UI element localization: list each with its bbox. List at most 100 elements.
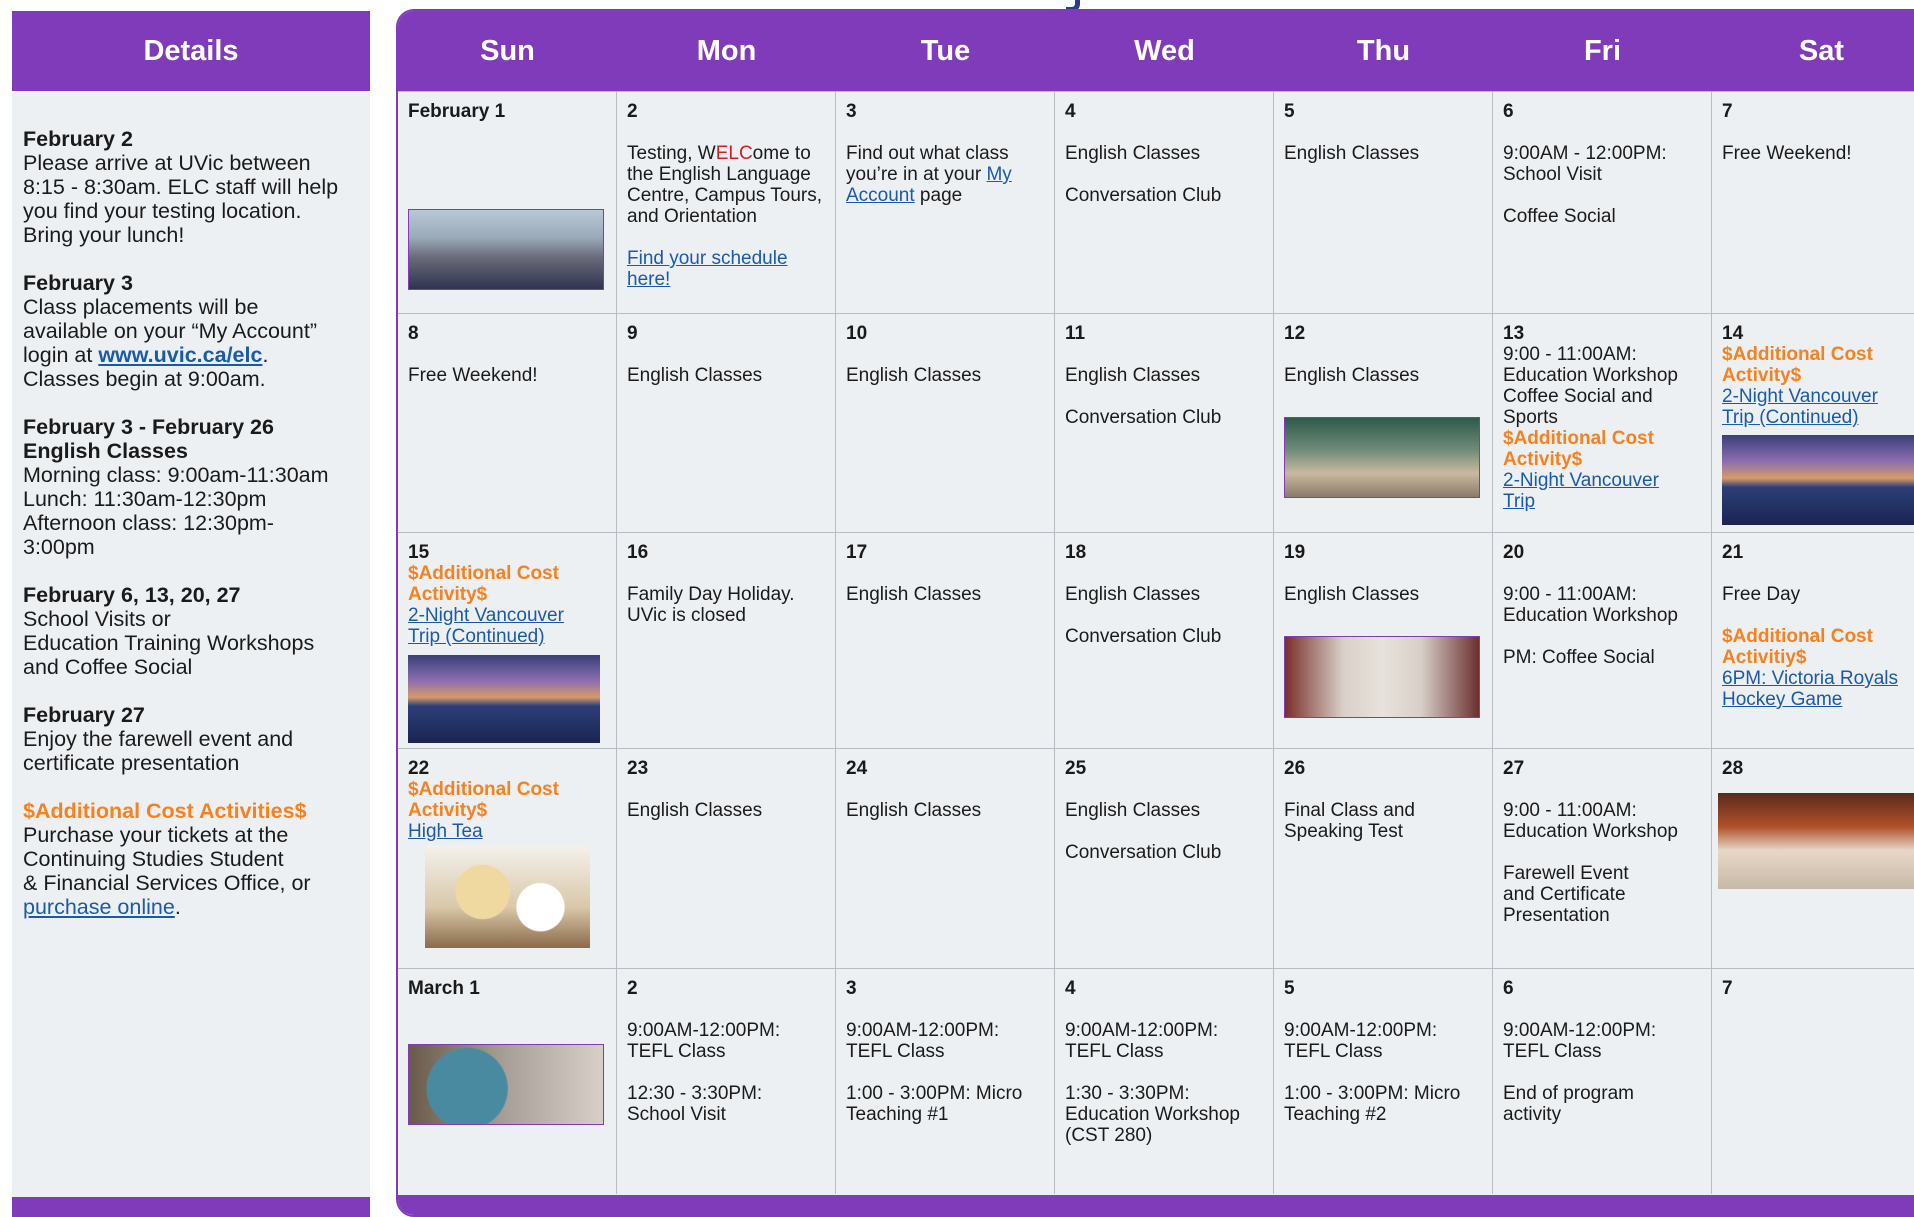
entry-line: Family Day Holiday. [627, 584, 795, 605]
day-cell-feb-10: 10 English Classes [836, 314, 1055, 532]
detail-line: School Visits or [23, 607, 171, 631]
date-label: 3 [846, 101, 857, 122]
day-thu: Thu [1356, 34, 1411, 67]
my-account-link[interactable]: My [986, 164, 1011, 185]
date-label: 25 [1065, 758, 1087, 779]
entry-line: English Classes [846, 365, 982, 386]
entry-line: Conversation Club [1065, 842, 1222, 863]
date-label: 13 [1503, 323, 1525, 344]
entry-line: English Classes [627, 365, 763, 386]
entry-line: 9:00AM-12:00PM: [1065, 1020, 1219, 1041]
day-cell-feb-4: 4 English Classes Conversation Club [1055, 92, 1274, 313]
vancouver-trip-link[interactable]: 2-Night Vancouver Trip [1503, 470, 1701, 512]
date-label: 6 [1503, 978, 1514, 999]
detail-feb-27: February 27 Enjoy the farewell event and… [23, 703, 359, 775]
trip-link-line2[interactable]: Trip [1503, 491, 1535, 512]
entry-line: School Visit [1503, 164, 1602, 185]
schedule-link-line2[interactable]: here! [627, 269, 670, 290]
detail-line: Enjoy the farewell event and [23, 727, 294, 751]
entry-line: Free Weekend! [408, 365, 538, 386]
date-label: 5 [1284, 978, 1295, 999]
detail-line: and Coffee Social [23, 655, 193, 679]
day-cell-feb-25: 25 English Classes Conversation Club [1055, 749, 1274, 968]
trip-link-line2[interactable]: Trip (Continued) [1722, 407, 1859, 428]
entry-line: Free Weekend! [1722, 143, 1852, 164]
trip-link-line1[interactable]: 2-Night Vancouver [1503, 470, 1659, 491]
entry-line: Free Day [1722, 584, 1801, 605]
detail-login-line: login at www.uvic.ca/elc. [23, 343, 359, 367]
day-cell-mar-3: 3 9:00AM-12:00PM: TEFL Class 1:00 - 3:00… [836, 969, 1055, 1194]
entry-line: Conversation Club [1065, 185, 1222, 206]
day-sat: Sat [1798, 34, 1845, 67]
globe-classroom-photo [408, 1044, 604, 1125]
entry-line: Coffee Social and [1503, 386, 1653, 407]
entry-line: Conversation Club [1065, 407, 1222, 428]
entry-line: Farewell Event [1503, 863, 1629, 884]
my-account-link-2[interactable]: Account [846, 185, 915, 206]
login-suffix: . [262, 343, 269, 367]
entry-line: English Classes [846, 584, 982, 605]
entry-line: English Classes [1065, 143, 1201, 164]
detail-line: Morning class: 9:00am-11:30am [23, 463, 329, 487]
day-cell-feb-26: 26 Final Class and Speaking Test [1274, 749, 1493, 968]
schedule-link-line1[interactable]: Find your schedule [627, 248, 788, 269]
day-wed: Wed [1134, 34, 1195, 67]
detail-english-classes: February 3 - February 26 English Classes… [23, 415, 359, 559]
entry-line: Speaking Test [1284, 821, 1404, 842]
entry-line: English Classes [1065, 365, 1201, 386]
classroom-photo [1284, 417, 1480, 498]
day-fri: Fri [1583, 34, 1622, 67]
day-cell-feb-8: 8 Free Weekend! [398, 314, 617, 532]
detail-title: February 27 [23, 703, 145, 727]
hockey-link-line1[interactable]: 6PM: Victoria Royals [1722, 668, 1898, 689]
day-cell-feb-12: 12 English Classes [1274, 314, 1493, 532]
hockey-link-line2[interactable]: Hockey Game [1722, 689, 1842, 710]
entry-line: 9:00 - 11:00AM: [1503, 584, 1637, 605]
entry-line: Find out what class [846, 143, 1009, 164]
vancouver-trip-continued-link[interactable]: 2-Night Vancouver Trip (Continued) [1722, 386, 1914, 428]
trip-link-line2[interactable]: Trip (Continued) [408, 626, 545, 647]
details-sidebar: Details February 2 Please arrive at UVic… [12, 11, 370, 1217]
entry-line: TEFL Class [1284, 1041, 1383, 1062]
entry-line: 12:30 - 3:30PM: [627, 1083, 763, 1104]
detail-purchase-line: purchase online. [23, 895, 359, 919]
entry-line: PM: Coffee Social [1503, 647, 1655, 668]
vancouver-trip-continued-link[interactable]: 2-Night Vancouver Trip (Continued) [408, 605, 606, 647]
calendar-header: Sun Mon Tue Wed Thu Fri Sat [398, 11, 1914, 91]
entry-line: Conversation Club [1065, 626, 1222, 647]
date-label: February 1 [408, 101, 506, 122]
trip-link-line1[interactable]: 2-Night Vancouver [1722, 386, 1878, 407]
cost-label: Activity$ [1503, 449, 1583, 470]
detail-line: available on your “My Account” [23, 319, 317, 343]
cost-label: Activitiy$ [1722, 647, 1807, 668]
cost-label: $Additional Cost [1503, 428, 1654, 449]
day-cell-feb-19: 19 English Classes [1274, 533, 1493, 748]
date-label: 15 [408, 542, 430, 563]
schedule-link[interactable]: Find your schedule here! [627, 248, 825, 290]
detail-line: Class placements will be [23, 295, 259, 319]
high-tea-photo [425, 846, 590, 948]
entry-line: Education Workshop [1503, 821, 1678, 842]
date-label: 21 [1722, 542, 1744, 563]
hockey-game-link[interactable]: 6PM: Victoria Royals Hockey Game [1722, 668, 1914, 710]
day-cell-feb-11: 11 English Classes Conversation Club [1055, 314, 1274, 532]
entry-line: 9:00AM-12:00PM: [846, 1020, 1000, 1041]
day-cell-feb-7: 7 Free Weekend! [1712, 92, 1914, 313]
date-label: March 1 [408, 978, 480, 999]
purchase-online-link[interactable]: purchase online [23, 895, 175, 919]
detail-additional-cost: $Additional Cost Activities$ Purchase yo… [23, 799, 359, 919]
detail-feb-3: February 3 Class placements will be avai… [23, 271, 359, 391]
date-label: 3 [846, 978, 857, 999]
date-label: 26 [1284, 758, 1306, 779]
sidebar-footer-bar [12, 1197, 370, 1217]
detail-line: Lunch: 11:30am-12:30pm [23, 487, 267, 511]
trip-link-line1[interactable]: 2-Night Vancouver [408, 605, 564, 626]
uvic-elc-link[interactable]: www.uvic.ca/elc [98, 343, 262, 367]
high-tea-link[interactable]: High Tea [408, 821, 606, 842]
day-cell-mar-6: 6 9:00AM-12:00PM: TEFL Class End of prog… [1493, 969, 1712, 1194]
entry-line: Account page [846, 185, 1044, 206]
cost-label: $Additional Cost [1722, 626, 1873, 647]
detail-line: you find your testing location. [23, 199, 302, 223]
detail-line: Purchase your tickets at the [23, 823, 289, 847]
cost-label: Activity$ [1722, 365, 1802, 386]
